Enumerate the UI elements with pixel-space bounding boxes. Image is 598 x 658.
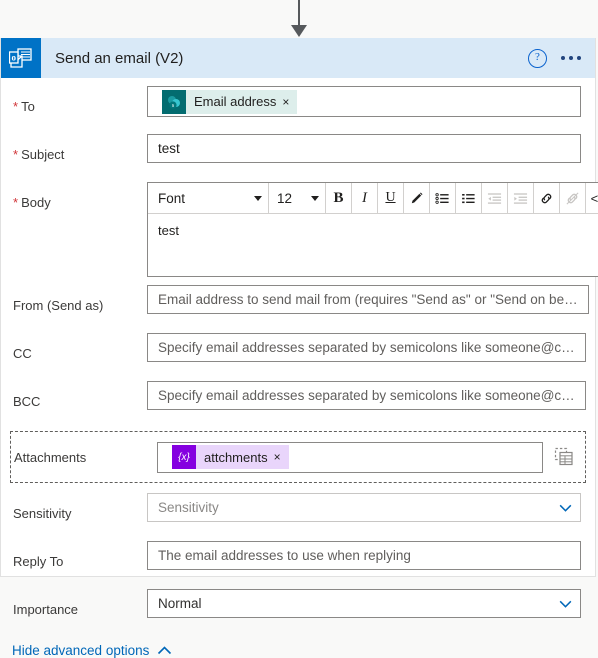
help-circle-icon[interactable]: ?	[528, 48, 547, 68]
underline-button[interactable]: U	[378, 183, 404, 213]
from-input[interactable]: Email address to send mail from (require…	[147, 285, 589, 314]
required-asterisk: *	[13, 146, 19, 162]
code-view-button[interactable]: </>	[586, 183, 598, 213]
attachments-field[interactable]: {x} attchments ×	[157, 441, 543, 473]
field-row-attachments: Attachments {x} attchments ×	[10, 431, 586, 483]
editor-toolbar: Font 12 B I U <	[148, 183, 598, 214]
label-bcc: BCC	[13, 393, 41, 409]
label-importance: Importance	[13, 601, 79, 617]
token-label: Email address	[194, 94, 277, 109]
action-card: o Send an email (V2) ? * To s Email addr…	[0, 38, 598, 658]
sensitivity-dropdown[interactable]: Sensitivity	[147, 493, 581, 522]
field-row-subject: * Subject test	[1, 134, 595, 174]
field-row-importance: Importance Normal	[1, 589, 595, 629]
bold-button[interactable]: B	[326, 183, 352, 213]
chevron-up-icon[interactable]	[157, 646, 172, 655]
attachments-input[interactable]: {x} attchments ×	[157, 441, 543, 473]
sensitivity-field[interactable]: Sensitivity	[147, 493, 581, 522]
rich-text-editor[interactable]: Font 12 B I U < test	[147, 182, 598, 277]
cc-placeholder: Specify email addresses separated by sem…	[158, 340, 575, 355]
font-size-dropdown[interactable]: 12	[269, 183, 326, 213]
numbered-list-icon[interactable]	[430, 183, 456, 213]
card-header-actions: ?	[528, 38, 595, 78]
svg-text:o: o	[11, 53, 16, 63]
ellipsis-icon[interactable]	[561, 56, 581, 60]
label-from: From (Send as)	[13, 297, 104, 313]
reply-to-placeholder: The email addresses to use when replying	[158, 548, 411, 563]
importance-value: Normal	[158, 596, 202, 611]
indent-icon[interactable]	[508, 183, 534, 213]
cc-input[interactable]: Specify email addresses separated by sem…	[147, 333, 586, 362]
importance-field[interactable]: Normal	[147, 589, 581, 618]
label-sensitivity: Sensitivity	[13, 505, 72, 521]
token-label: attchments	[204, 449, 268, 465]
label-body: * Body	[13, 194, 51, 210]
required-asterisk: *	[13, 98, 19, 114]
field-row-reply-to: Reply To The email addresses to use when…	[1, 541, 595, 581]
body-text[interactable]: test	[148, 214, 598, 276]
label-to: * To	[13, 98, 35, 114]
bcc-placeholder: Specify email addresses separated by sem…	[158, 388, 575, 403]
from-placeholder: Email address to send mail from (require…	[158, 292, 578, 307]
subject-input[interactable]: test	[147, 134, 581, 163]
field-row-sensitivity: Sensitivity Sensitivity	[1, 493, 595, 533]
bullet-list-icon[interactable]	[456, 183, 482, 213]
card-title: Send an email (V2)	[55, 49, 184, 67]
outlook-icon: o	[1, 38, 41, 78]
card-footer: Hide advanced options	[1, 629, 595, 658]
flow-connector	[0, 0, 598, 38]
label-reply-to: Reply To	[13, 553, 64, 569]
outdent-icon[interactable]	[482, 183, 508, 213]
font-family-value: Font	[158, 190, 186, 206]
unlink-icon[interactable]	[560, 183, 586, 213]
chevron-down-icon	[559, 504, 572, 512]
switch-to-array-icon[interactable]	[543, 447, 585, 467]
expression-variable-icon: {x}	[172, 445, 196, 469]
bcc-field[interactable]: Specify email addresses separated by sem…	[147, 381, 586, 410]
to-field[interactable]: s Email address ×	[147, 86, 581, 117]
token-remove-icon[interactable]: ×	[274, 450, 289, 464]
from-field[interactable]: Email address to send mail from (require…	[147, 285, 589, 314]
token-email-address[interactable]: s Email address ×	[162, 89, 298, 114]
body-field[interactable]: Font 12 B I U < test	[147, 182, 598, 277]
pen-icon[interactable]	[404, 183, 430, 213]
hide-advanced-options-link[interactable]: Hide advanced options	[12, 643, 149, 658]
italic-button[interactable]: I	[352, 183, 378, 213]
cc-field[interactable]: Specify email addresses separated by sem…	[147, 333, 586, 362]
card-header[interactable]: o Send an email (V2) ?	[1, 38, 595, 78]
token-remove-icon[interactable]: ×	[282, 95, 297, 109]
field-row-to: * To s Email address ×	[1, 86, 595, 126]
down-arrow-icon	[291, 0, 307, 37]
field-row-cc: CC Specify email addresses separated by …	[1, 333, 595, 373]
field-row-body: * Body Font 12 B I U < test	[1, 182, 598, 277]
to-input[interactable]: s Email address ×	[147, 86, 581, 117]
reply-to-input[interactable]: The email addresses to use when replying	[147, 541, 581, 570]
token-attchments[interactable]: {x} attchments ×	[172, 445, 289, 469]
sharepoint-icon: s	[162, 89, 186, 114]
link-icon[interactable]	[534, 183, 560, 213]
bcc-input[interactable]: Specify email addresses separated by sem…	[147, 381, 586, 410]
sensitivity-placeholder: Sensitivity	[158, 500, 219, 515]
importance-dropdown[interactable]: Normal	[147, 589, 581, 618]
chevron-down-icon	[559, 600, 572, 608]
label-attachments: Attachments	[14, 449, 87, 465]
field-row-from: From (Send as) Email address to send mai…	[1, 285, 595, 325]
label-subject: * Subject	[13, 146, 65, 162]
reply-to-field[interactable]: The email addresses to use when replying	[147, 541, 581, 570]
font-family-dropdown[interactable]: Font	[150, 183, 269, 213]
required-asterisk: *	[13, 194, 19, 210]
chevron-down-icon	[254, 195, 262, 201]
chevron-down-icon	[311, 195, 319, 201]
font-size-value: 12	[277, 190, 293, 206]
field-row-bcc: BCC Specify email addresses separated by…	[1, 381, 595, 421]
label-cc: CC	[13, 345, 32, 361]
subject-field[interactable]: test	[147, 134, 581, 163]
